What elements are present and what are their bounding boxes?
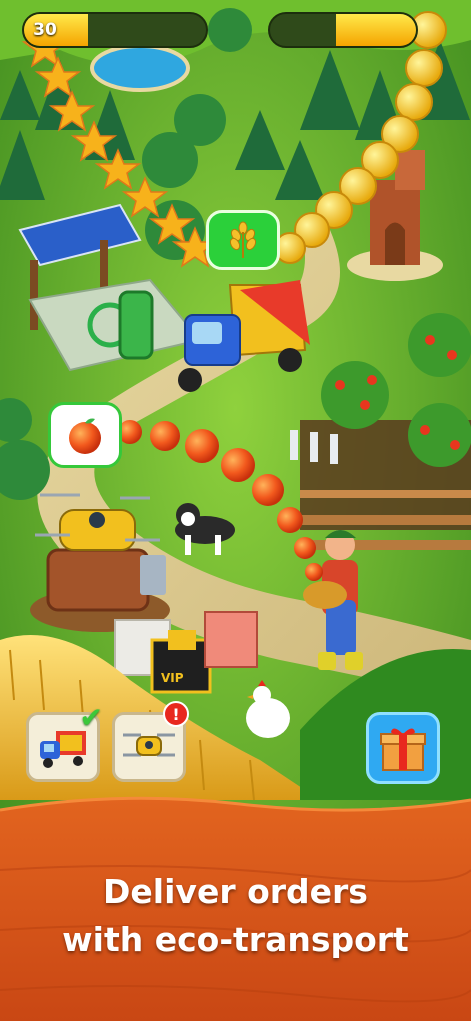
level-badge: 30 [22,12,68,48]
level-number: 30 [33,20,57,40]
delivery-drone-icon [123,733,175,757]
caption-line-1: Deliver orders [103,872,368,911]
caption-line-2: with eco-transport [62,920,409,959]
coin-progress-fill [335,14,416,46]
svg-text:VIP: VIP [161,671,184,685]
wheat-order-bubble[interactable] [206,210,280,270]
gift-button[interactable] [366,712,440,784]
drone-delivery-button[interactable]: ! [112,701,189,782]
gift-box-icon [380,728,426,771]
coin-progress-bar[interactable] [268,12,418,48]
apple-icon [69,418,101,454]
checkmark-icon: ✔ [79,701,103,734]
truck-delivery-button[interactable]: ✔ [26,701,103,782]
wheat-icon [229,221,257,258]
apple-order-bubble[interactable] [48,402,122,468]
alert-badge: ! [163,701,189,727]
